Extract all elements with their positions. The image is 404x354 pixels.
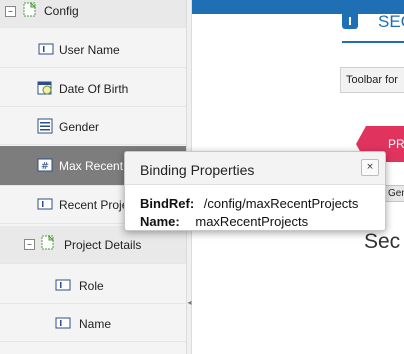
bindref-label: BindRef: <box>140 196 195 211</box>
name-row: Name: maxRecentProjects <box>140 214 308 229</box>
svg-text:#: # <box>41 161 49 172</box>
section-icon <box>342 14 358 29</box>
generate-button[interactable]: Gene <box>385 185 404 202</box>
name-label: Name: <box>140 214 180 229</box>
date-field-icon <box>37 81 52 95</box>
toolbar-panel: Toolbar for <box>340 67 404 93</box>
popup-header: Binding Properties × <box>125 152 385 185</box>
collapse-toggle[interactable]: – <box>24 239 35 250</box>
tree-node-project-details[interactable]: – Project Details <box>0 226 186 264</box>
section-title: SEC <box>378 12 404 31</box>
popup-title: Binding Properties <box>140 162 255 178</box>
tree-item-name[interactable]: Name <box>0 304 186 342</box>
tree-node-config[interactable]: – Config <box>0 0 186 28</box>
section-underline <box>342 41 404 43</box>
tree-item-label: Date Of Birth <box>59 82 129 96</box>
text-field-icon <box>38 43 54 55</box>
tree-item-label: Name <box>79 317 112 331</box>
tree-item-label: User Name <box>59 43 120 57</box>
collapse-arrow-icon[interactable]: ◂ <box>187 296 192 310</box>
text-field-icon <box>55 317 71 329</box>
tree-node-label: Config <box>44 4 79 18</box>
tree-item-date-of-birth[interactable]: Date Of Birth <box>0 69 186 107</box>
text-field-icon <box>55 279 71 291</box>
tree-item-role[interactable]: Role <box>0 266 186 304</box>
text-field-icon <box>37 198 53 210</box>
name-value: maxRecentProjects <box>195 214 309 229</box>
section-heading: Sec <box>364 230 401 253</box>
top-bar <box>192 0 404 14</box>
bindref-row: BindRef: /config/maxRecentProjects <box>140 196 358 211</box>
collapse-toggle[interactable]: – <box>5 6 16 17</box>
form-icon <box>23 2 37 17</box>
bindref-value: /config/maxRecentProjects <box>203 196 359 211</box>
list-field-icon <box>37 118 53 134</box>
tree-item-label: Gender <box>59 120 100 134</box>
tree-node-label: Project Details <box>64 238 142 252</box>
tree-item-gender[interactable]: Gender <box>0 107 186 145</box>
form-icon <box>41 235 55 250</box>
tree-item-label: Role <box>79 279 104 293</box>
tree-item-user-name[interactable]: User Name <box>0 30 186 68</box>
close-button[interactable]: × <box>361 159 379 176</box>
binding-properties-popup: Binding Properties × BindRef: /config/ma… <box>124 151 386 231</box>
number-field-icon: # <box>37 158 53 172</box>
